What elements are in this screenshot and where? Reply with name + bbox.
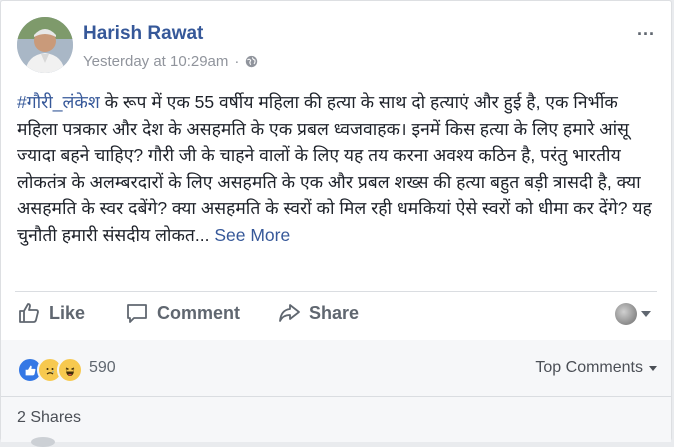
- viewer-avatar: [615, 303, 637, 325]
- comment-label: Comment: [157, 302, 241, 323]
- thumbs-up-icon: [19, 303, 39, 323]
- see-more-link[interactable]: See More: [214, 225, 290, 245]
- comment-sort-label: Top Comments: [535, 359, 643, 376]
- comment-avatar-partial: [31, 437, 55, 447]
- share-arrow-icon: [279, 304, 300, 322]
- chevron-down-icon: [641, 311, 651, 317]
- share-button[interactable]: Share: [277, 301, 359, 325]
- comment-button[interactable]: Comment: [125, 301, 240, 325]
- like-button[interactable]: Like: [17, 301, 85, 325]
- post-body: के रूप में एक 55 वर्षीय महिला की हत्या क…: [17, 92, 652, 245]
- post-meta: Yesterday at 10:29am ·: [83, 53, 258, 70]
- globe-icon[interactable]: [245, 55, 258, 68]
- haha-reaction-icon: [57, 357, 83, 383]
- share-label: Share: [309, 302, 360, 323]
- post-as-selector[interactable]: [615, 303, 651, 325]
- shares-bar: 2 Shares: [1, 397, 671, 442]
- author-avatar[interactable]: [17, 17, 73, 73]
- post-text: #गौरी_लंकेश के रूप में एक 55 वर्षीय महिल…: [17, 89, 657, 248]
- reactions-bar: 590 Top Comments: [1, 340, 671, 396]
- post-timestamp[interactable]: Yesterday at 10:29am: [83, 53, 228, 70]
- reaction-count[interactable]: 590: [89, 359, 116, 377]
- post-header: Harish Rawat Yesterday at 10:29am · ...: [17, 15, 655, 75]
- comment-bubble-icon: [127, 304, 147, 323]
- post-card: Harish Rawat Yesterday at 10:29am · ... …: [0, 0, 672, 447]
- like-label: Like: [49, 302, 86, 323]
- more-options-icon[interactable]: ...: [637, 19, 655, 40]
- divider: [15, 291, 657, 292]
- reaction-icons[interactable]: [17, 357, 83, 383]
- hashtag-link[interactable]: #गौरी_लंकेश: [17, 92, 100, 112]
- action-bar: Like Comment Share: [17, 301, 655, 331]
- chevron-down-icon: [649, 365, 657, 371]
- shares-count-link[interactable]: 2 Shares: [17, 409, 81, 427]
- comment-sort-dropdown[interactable]: Top Comments: [535, 359, 657, 377]
- author-name[interactable]: Harish Rawat: [83, 23, 203, 45]
